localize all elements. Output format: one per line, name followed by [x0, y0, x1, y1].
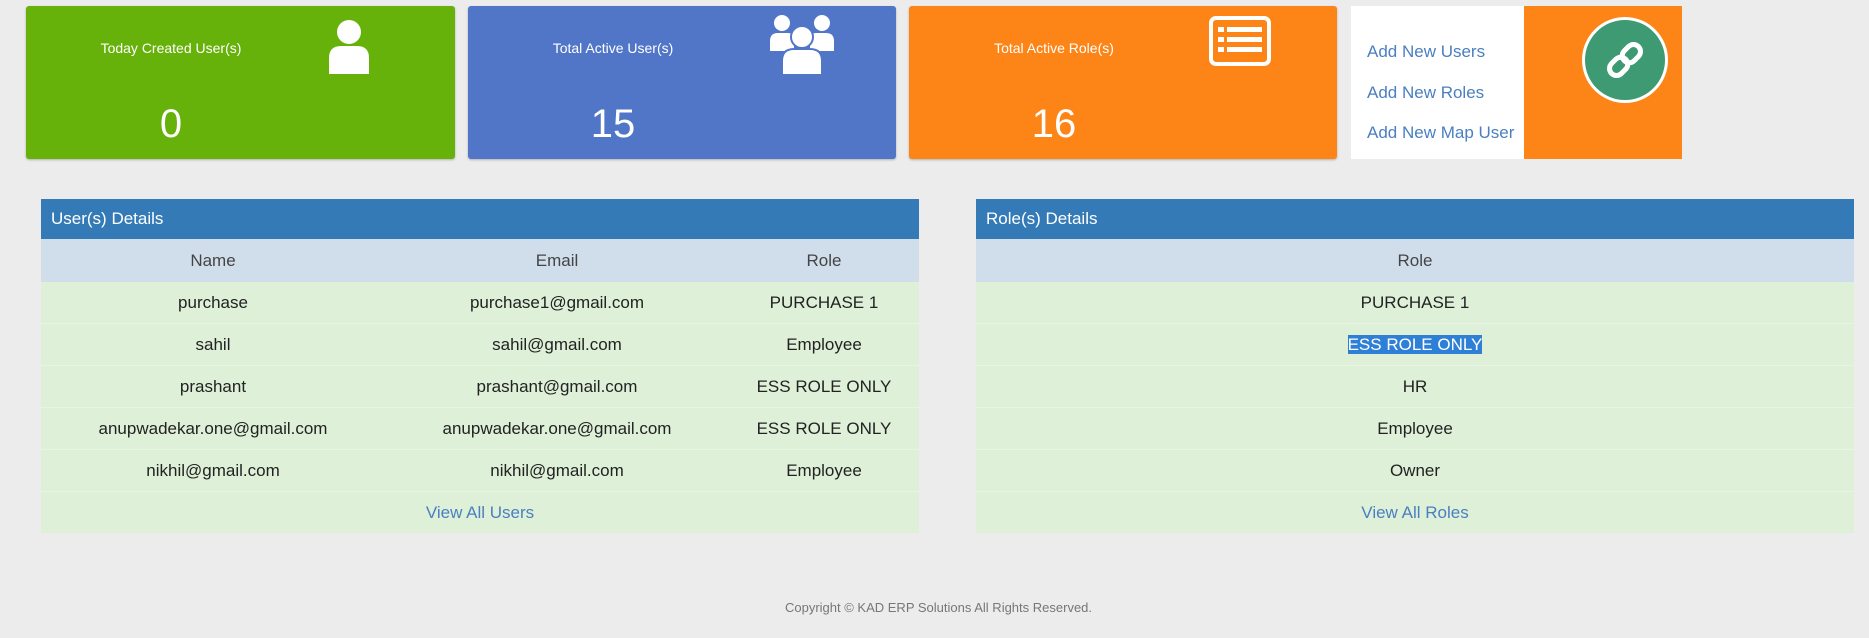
- total-active-roles-card: Total Active Role(s) 16: [909, 6, 1337, 159]
- add-new-map-user-link[interactable]: Add New Map User: [1367, 123, 1514, 143]
- users-group-icon: [768, 11, 836, 80]
- cell-role: ESS ROLE ONLY: [976, 334, 1854, 355]
- cell-name: purchase: [178, 292, 248, 312]
- cell-email: anupwadekar.one@gmail.com: [442, 418, 672, 438]
- table-header: Role: [976, 239, 1854, 282]
- copyright-text: Copyright © KAD ERP Solutions All Rights…: [784, 600, 1093, 615]
- role-text: PURCHASE 1: [1360, 292, 1470, 312]
- cell-name: anupwadekar.one@gmail.com: [98, 418, 328, 438]
- card-label: Total Active Role(s): [994, 40, 1114, 56]
- table-footer: View All Users: [41, 492, 919, 533]
- view-all-users-link[interactable]: View All Users: [426, 503, 534, 523]
- col-header-role: Role: [1397, 250, 1433, 270]
- cell-role: Owner: [976, 461, 1854, 481]
- table-row: ESS ROLE ONLY: [976, 324, 1854, 366]
- cell-email: purchase1@gmail.com: [469, 292, 645, 312]
- quick-links-panel: Add New Users Add New Roles Add New Map …: [1351, 6, 1524, 159]
- role-text: HR: [1402, 376, 1428, 396]
- panel-title: User(s) Details: [41, 199, 919, 239]
- list-icon: [1209, 16, 1271, 71]
- card-label: Today Created User(s): [100, 40, 242, 56]
- table-row: sahil sahil@gmail.com Employee: [41, 324, 919, 366]
- table-row: nikhil@gmail.com nikhil@gmail.com Employ…: [41, 450, 919, 492]
- cell-name: prashant: [179, 376, 247, 396]
- panel-title: Role(s) Details: [976, 199, 1854, 239]
- users-details-panel: User(s) Details Name Email Role purchase…: [41, 199, 919, 533]
- cell-role: PURCHASE 1: [976, 293, 1854, 313]
- table-row: Owner: [976, 450, 1854, 492]
- table-row: HR: [976, 366, 1854, 408]
- add-new-users-link[interactable]: Add New Users: [1367, 42, 1485, 62]
- cell-email: sahil@gmail.com: [492, 334, 622, 354]
- table-row: Employee: [976, 408, 1854, 450]
- cell-role: ESS ROLE ONLY: [756, 376, 892, 396]
- table-row: prashant prashant@gmail.com ESS ROLE ONL…: [41, 366, 919, 408]
- cell-role: Employee: [786, 334, 862, 354]
- cell-email: nikhil@gmail.com: [490, 460, 624, 480]
- add-new-roles-link[interactable]: Add New Roles: [1367, 83, 1484, 103]
- table-footer: View All Roles: [976, 492, 1854, 533]
- link-icon: [1582, 17, 1668, 103]
- cell-name: sahil: [195, 334, 231, 354]
- cell-role: ESS ROLE ONLY: [756, 418, 892, 438]
- cell-name: nikhil@gmail.com: [146, 460, 280, 480]
- role-text: Employee: [1377, 418, 1453, 438]
- role-text: Owner: [1389, 460, 1441, 480]
- cell-role: Employee: [786, 460, 862, 480]
- table-row: PURCHASE 1: [976, 282, 1854, 324]
- table-row: anupwadekar.one@gmail.com anupwadekar.on…: [41, 408, 919, 450]
- role-text-selected: ESS ROLE ONLY: [1347, 334, 1483, 354]
- view-all-roles-link[interactable]: View All Roles: [1361, 503, 1468, 523]
- table-row: purchase purchase1@gmail.com PURCHASE 1: [41, 282, 919, 324]
- card-value: 16: [1031, 102, 1077, 146]
- today-created-users-card: Today Created User(s) 0: [26, 6, 455, 159]
- cell-role: Employee: [976, 419, 1854, 439]
- card-label: Total Active User(s): [552, 40, 674, 56]
- card-value: 15: [590, 102, 636, 146]
- cell-role: HR: [976, 377, 1854, 397]
- col-header-email: Email: [535, 250, 579, 270]
- col-header-role: Role: [806, 250, 842, 270]
- table-header: Name Email Role: [41, 239, 919, 282]
- user-icon: [326, 18, 372, 79]
- link-tile[interactable]: [1524, 6, 1682, 159]
- cell-email: prashant@gmail.com: [476, 376, 638, 396]
- cell-role: PURCHASE 1: [769, 292, 879, 312]
- roles-details-panel: Role(s) Details Role PURCHASE 1 ESS ROLE…: [976, 199, 1854, 533]
- col-header-name: Name: [190, 250, 236, 270]
- total-active-users-card: Total Active User(s) 15: [468, 6, 896, 159]
- card-value: 0: [159, 102, 183, 146]
